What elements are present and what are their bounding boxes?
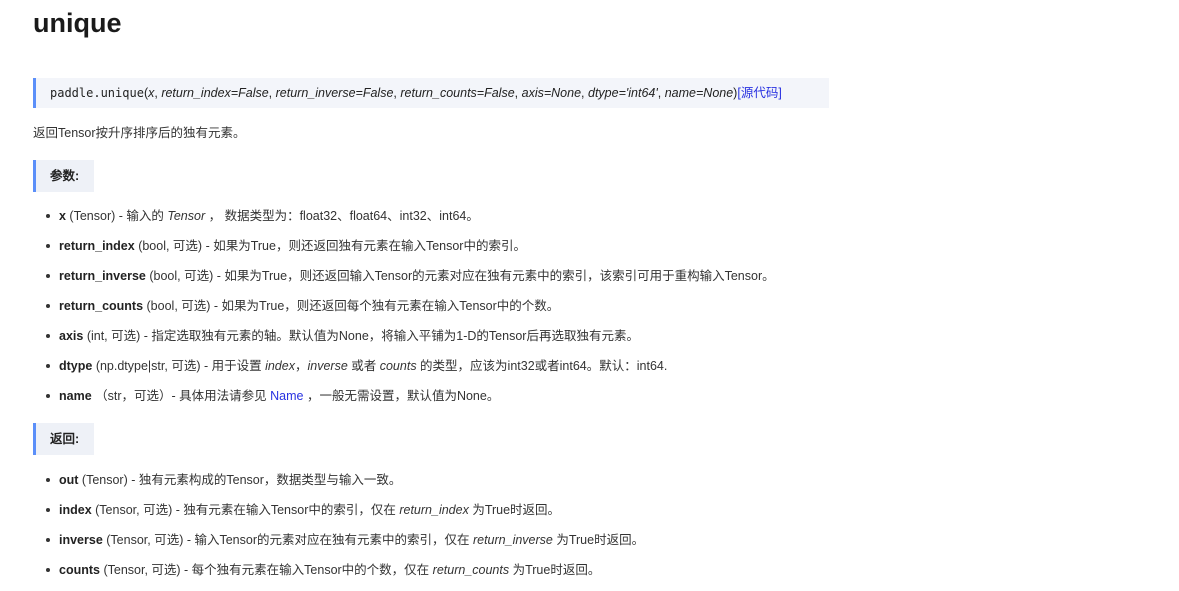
signature-arg: return_counts=False	[400, 86, 515, 100]
param-item-text: (bool, 可选) - 如果为True，则还返回独有元素在输入Tensor中的…	[134, 239, 526, 253]
param-item-text: (int, 可选) - 指定选取独有元素的轴。默认值为None，将输入平铺为1-…	[83, 329, 639, 343]
param-item: axis (int, 可选) - 指定选取独有元素的轴。默认值为None，将输入…	[33, 327, 775, 357]
param-item-text: (bool, 可选) - 如果为True，则还返回每个独有元素在输入Tensor…	[143, 299, 560, 313]
param-item: x (Tensor) - 输入的 Tensor ， 数据类型为：float32、…	[33, 207, 775, 237]
param-item-name: return_inverse	[59, 269, 146, 283]
returns-list: out (Tensor) - 独有元素构成的Tensor，数据类型与输入一致。 i…	[33, 471, 644, 591]
return-item-text: 为True时返回。	[552, 533, 645, 547]
param-item-text: ， 数据类型为：float32、float64、int32、int64。	[205, 209, 479, 223]
return-item-italic-term: return_counts	[432, 563, 510, 577]
param-item: dtype (np.dtype|str, 可选) - 用于设置 index，in…	[33, 357, 775, 387]
param-item-text: 或者	[347, 359, 380, 373]
function-signature: paddle.unique(x, return_index=False, ret…	[33, 78, 829, 108]
signature-sep: ,	[514, 86, 522, 100]
page-title: unique	[33, 8, 122, 38]
params-heading: 参数:	[33, 160, 94, 192]
return-item-text: 为True时返回。	[468, 503, 561, 517]
signature-sep: ,	[657, 86, 665, 100]
param-item-text: (np.dtype|str, 可选) - 用于设置	[92, 359, 266, 373]
param-item: return_index (bool, 可选) - 如果为True，则还返回独有…	[33, 237, 775, 267]
param-item-italic-term: Tensor	[167, 209, 206, 223]
signature-arg: name=None	[664, 86, 734, 100]
return-item: counts (Tensor, 可选) - 每个独有元素在输入Tensor中的个…	[33, 561, 644, 591]
return-item-name: counts	[59, 563, 100, 577]
param-item-name: dtype	[59, 359, 93, 373]
return-item-text: (Tensor) - 独有元素构成的Tensor，数据类型与输入一致。	[78, 473, 402, 487]
param-item-italic-term: counts	[379, 359, 417, 373]
params-list: x (Tensor) - 输入的 Tensor ， 数据类型为：float32、…	[33, 207, 775, 417]
param-item-name: axis	[59, 329, 84, 343]
returns-heading: 返回:	[33, 423, 94, 455]
return-item: out (Tensor) - 独有元素构成的Tensor，数据类型与输入一致。	[33, 471, 644, 501]
signature-args: x, return_index=False, return_inverse=Fa…	[148, 86, 733, 100]
signature-sep: ,	[268, 86, 276, 100]
return-item-text: 为True时返回。	[509, 563, 601, 577]
return-item-name: index	[59, 503, 92, 517]
doc-page: unique paddle.unique(x, return_index=Fal…	[0, 0, 1179, 583]
return-item-name: inverse	[59, 533, 103, 547]
return-item: inverse (Tensor, 可选) - 输入Tensor的元素对应在独有元…	[33, 531, 644, 561]
signature-arg: return_inverse=False	[275, 86, 394, 100]
return-item: index (Tensor, 可选) - 独有元素在输入Tensor中的索引，仅…	[33, 501, 644, 531]
param-item-text: ，	[294, 359, 308, 373]
return-item-text: (Tensor, 可选) - 每个独有元素在输入Tensor中的个数，仅在	[99, 563, 433, 577]
return-item-name: out	[59, 473, 79, 487]
signature-func: unique	[100, 86, 144, 100]
param-item-name: return_index	[59, 239, 135, 253]
return-item-text: (Tensor, 可选) - 独有元素在输入Tensor中的索引，仅在	[91, 503, 400, 517]
signature-prefix: paddle.	[50, 86, 101, 100]
source-code-link[interactable]: [源代码]	[737, 86, 781, 100]
param-item-text: （str，可选）- 具体用法请参见	[91, 389, 271, 403]
param-item-text: (bool, 可选) - 如果为True，则还返回输入Tensor的元素对应在独…	[145, 269, 775, 283]
param-item-name: return_counts	[59, 299, 144, 313]
param-item-text: ，一般无需设置，默认值为None。	[303, 389, 500, 403]
description: 返回Tensor按升序排序后的独有元素。	[33, 126, 246, 140]
signature-arg: return_index=False	[161, 86, 269, 100]
signature-arg: axis=None	[521, 86, 582, 100]
param-item: return_inverse (bool, 可选) - 如果为True，则还返回…	[33, 267, 775, 297]
signature-sep: ,	[581, 86, 588, 100]
return-item-italic-term: return_inverse	[472, 533, 553, 547]
param-item: return_counts (bool, 可选) - 如果为True，则还返回每…	[33, 297, 775, 327]
name-doc-link[interactable]: Name	[270, 389, 303, 403]
param-item-name: x	[59, 209, 66, 223]
param-item-name: name	[59, 389, 92, 403]
param-item-text: (Tensor) - 输入的	[65, 209, 168, 223]
param-item: name （str，可选）- 具体用法请参见 Name ，一般无需设置，默认值为…	[33, 387, 775, 417]
return-item-italic-term: return_index	[399, 503, 469, 517]
param-item-text: 的类型，应该为int32或者int64。默认：int64.	[416, 359, 668, 373]
signature-arg: dtype='int64'	[588, 86, 658, 100]
param-item-italic-term: index	[265, 359, 295, 373]
return-item-text: (Tensor, 可选) - 输入Tensor的元素对应在独有元素中的索引，仅在	[102, 533, 473, 547]
param-item-italic-term: inverse	[307, 359, 348, 373]
